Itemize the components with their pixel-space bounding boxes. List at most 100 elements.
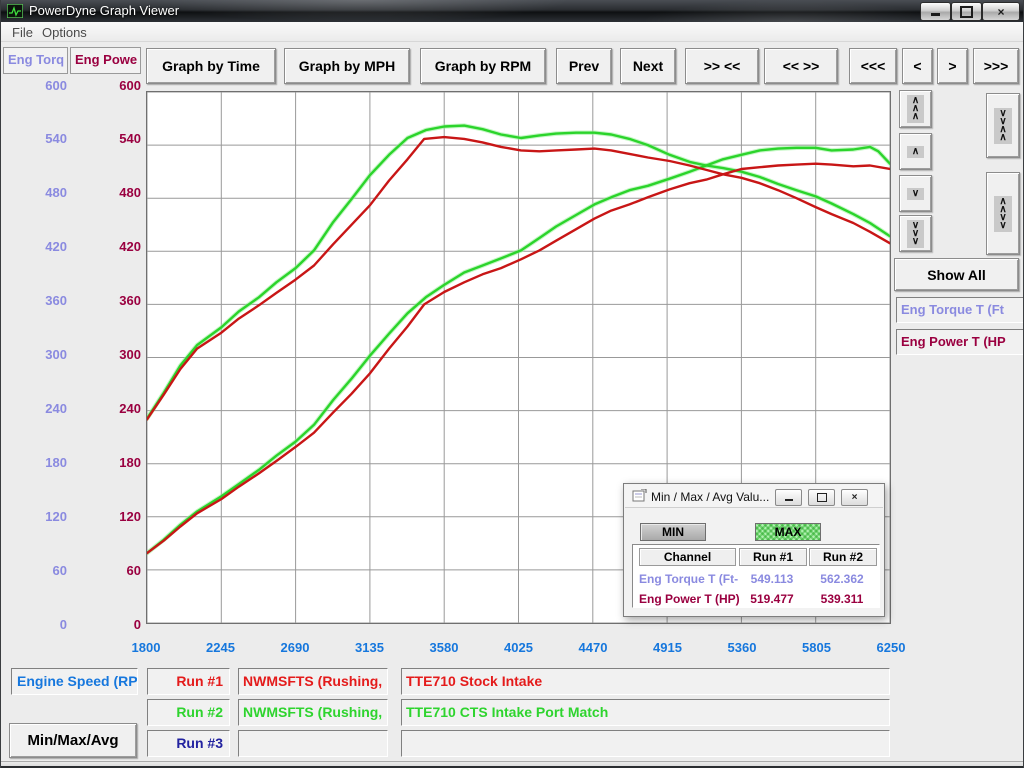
minmaxavg-button[interactable]: Min/Max/Avg xyxy=(9,723,137,758)
toolbar-button-prev[interactable]: Prev xyxy=(556,48,612,84)
run-label-1: Run #1 xyxy=(147,668,230,695)
minmax-close-button[interactable]: × xyxy=(841,489,868,506)
title-bar[interactable]: PowerDyne Graph Viewer × xyxy=(1,0,1024,22)
toolbar-button-graph-by-mph[interactable]: Graph by MPH xyxy=(284,48,410,84)
y-tick-power-300: 300 xyxy=(93,347,141,363)
maximize-button[interactable] xyxy=(951,2,982,21)
minmax-window-title: Min / Max / Avg Valu... xyxy=(651,490,769,504)
y-tick-torque-300: 300 xyxy=(19,347,67,363)
max-toggle-button[interactable]: MAX xyxy=(755,523,821,541)
y-tick-power-180: 180 xyxy=(93,455,141,471)
y-tick-power-420: 420 xyxy=(93,239,141,255)
scroll-up-button[interactable]: ∧ xyxy=(899,133,932,170)
scroll-up-icon: ∧ xyxy=(907,146,924,158)
y-tick-power-360: 360 xyxy=(93,293,141,309)
min-toggle-button[interactable]: MIN xyxy=(640,523,706,541)
toolbar-button-arrows-10[interactable]: >>> xyxy=(973,48,1019,84)
minimize-button[interactable] xyxy=(920,2,951,21)
y-tick-power-0: 0 xyxy=(93,617,141,633)
run-comment-field-1[interactable]: TTE710 Stock Intake xyxy=(401,668,890,695)
toolbar-button-arrows-7[interactable]: <<< xyxy=(849,48,897,84)
x-tick-2245: 2245 xyxy=(184,640,258,656)
y-tick-torque-420: 420 xyxy=(19,239,67,255)
menu-bar: File Options xyxy=(1,22,1024,42)
scroll-down-icon: ∨ xyxy=(907,188,924,200)
run-label-2: Run #2 xyxy=(147,699,230,726)
minmax-restore-button[interactable] xyxy=(808,489,835,506)
x-tick-4025: 4025 xyxy=(482,640,556,656)
minmax-window-titlebar[interactable]: Min / Max / Avg Valu... × xyxy=(625,485,883,508)
minmax-row-2-run2: 539.311 xyxy=(809,591,875,607)
minmax-window-icon xyxy=(632,489,647,502)
x-axis-channel-label[interactable]: Engine Speed (RP xyxy=(11,668,138,695)
y-tick-torque-480: 480 xyxy=(19,185,67,201)
toolbar-button-arrows-5[interactable]: >> << xyxy=(685,48,759,84)
run-operator-field-2[interactable]: NWMSFTS (Rushing, xyxy=(238,699,388,726)
restore-icon xyxy=(960,6,973,18)
minimize-icon xyxy=(931,13,940,16)
tab-eng-power[interactable]: Eng Powe xyxy=(70,47,141,74)
y-tick-power-120: 120 xyxy=(93,509,141,525)
run-operator-field-3[interactable] xyxy=(238,730,388,757)
minmax-header-channel[interactable]: Channel xyxy=(639,548,736,566)
powerdyne-window: PowerDyne Graph Viewer × File Options En… xyxy=(0,0,1024,768)
x-tick-2690: 2690 xyxy=(258,640,332,656)
minmax-table: ChannelRun #1Run #2 Eng Torque T (Ft-549.… xyxy=(632,544,880,608)
y-tick-torque-600: 600 xyxy=(19,78,67,94)
minimize-icon xyxy=(785,499,793,501)
y-tick-torque-240: 240 xyxy=(19,401,67,417)
minmax-header-run-1[interactable]: Run #1 xyxy=(739,548,807,566)
y-tick-torque-0: 0 xyxy=(19,617,67,633)
window-title: PowerDyne Graph Viewer xyxy=(29,3,179,18)
y-tick-power-240: 240 xyxy=(93,401,141,417)
expand-y-scale-icon: ∧ ∧ ∨ ∨ xyxy=(994,196,1011,232)
scroll-up-fast-icon: ∧ ∧ ∧ xyxy=(907,95,924,123)
scroll-down-fast-button[interactable]: ∨ ∨ ∨ xyxy=(899,215,932,252)
y-tick-power-480: 480 xyxy=(93,185,141,201)
restore-icon xyxy=(817,493,827,502)
minmax-window: Min / Max / Avg Valu... × MIN MAX Channe… xyxy=(623,483,885,617)
x-tick-1800: 1800 xyxy=(109,640,183,656)
close-button[interactable]: × xyxy=(982,2,1020,21)
close-icon: × xyxy=(997,5,1004,19)
menu-options[interactable]: Options xyxy=(37,24,92,41)
y-tick-power-540: 540 xyxy=(93,131,141,147)
minmax-row-1-run2: 562.362 xyxy=(809,571,875,587)
minmax-header-run-2[interactable]: Run #2 xyxy=(809,548,877,566)
toolbar-button-next[interactable]: Next xyxy=(620,48,676,84)
x-tick-3135: 3135 xyxy=(333,640,407,656)
minmax-minimize-button[interactable] xyxy=(775,489,802,506)
run-comment-field-3[interactable] xyxy=(401,730,890,757)
y-tick-torque-360: 360 xyxy=(19,293,67,309)
tab-eng-torque[interactable]: Eng Torq xyxy=(3,47,68,74)
run-comment-field-2[interactable]: TTE710 CTS Intake Port Match xyxy=(401,699,890,726)
expand-y-scale-button[interactable]: ∧ ∧ ∨ ∨ xyxy=(986,172,1020,255)
menu-file[interactable]: File xyxy=(7,24,38,41)
scroll-down-button[interactable]: ∨ xyxy=(899,175,932,212)
y-tick-torque-540: 540 xyxy=(19,131,67,147)
toolbar-button-graph-by-rpm[interactable]: Graph by RPM xyxy=(420,48,546,84)
x-tick-6250: 6250 xyxy=(854,640,928,656)
channel-label-torque[interactable]: Eng Torque T (Ft xyxy=(896,297,1024,323)
x-tick-3580: 3580 xyxy=(407,640,481,656)
toolbar-button-graph-by-time[interactable]: Graph by Time xyxy=(146,48,276,84)
y-tick-torque-120: 120 xyxy=(19,509,67,525)
x-tick-5360: 5360 xyxy=(705,640,779,656)
channel-label-power[interactable]: Eng Power T (HP xyxy=(896,329,1024,355)
y-tick-torque-180: 180 xyxy=(19,455,67,471)
toolbar-button-arrows-9[interactable]: > xyxy=(937,48,968,84)
run-operator-field-1[interactable]: NWMSFTS (Rushing, xyxy=(238,668,388,695)
y-tick-power-600: 600 xyxy=(93,78,141,94)
minmax-row-1-channel: Eng Torque T (Ft- xyxy=(639,571,739,587)
close-icon: × xyxy=(852,492,858,503)
scroll-up-fast-button[interactable]: ∧ ∧ ∧ xyxy=(899,90,932,128)
show-all-button[interactable]: Show All xyxy=(894,258,1019,291)
x-tick-5805: 5805 xyxy=(780,640,854,656)
compress-y-scale-button[interactable]: ∨ ∨ ∧ ∧ xyxy=(986,93,1020,158)
toolbar-button-arrows-8[interactable]: < xyxy=(902,48,933,84)
minmax-row-1-run1: 549.113 xyxy=(739,571,805,587)
run-label-3: Run #3 xyxy=(147,730,230,757)
compress-y-scale-icon: ∨ ∨ ∧ ∧ xyxy=(994,108,1011,144)
toolbar-button-arrows-6[interactable]: << >> xyxy=(764,48,838,84)
y-tick-power-60: 60 xyxy=(93,563,141,579)
